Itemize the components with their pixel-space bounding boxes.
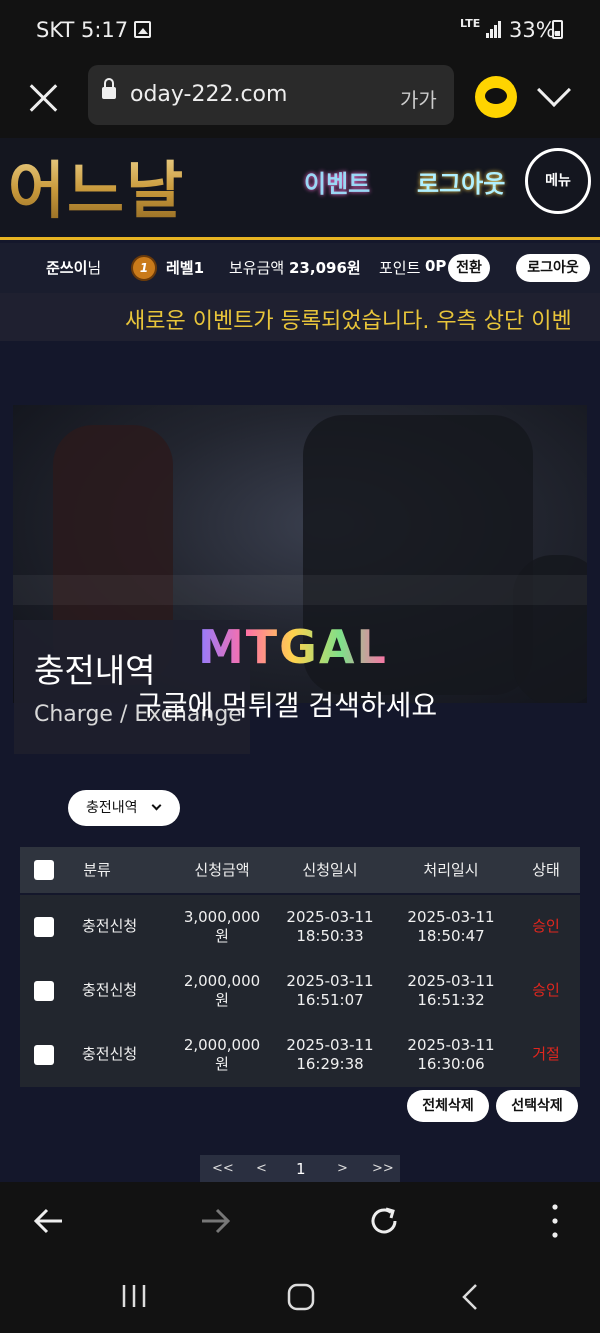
chevron-down-icon [151,800,162,811]
row-amount: 3,000,000 원 [183,908,261,945]
row-type: 충전신청 [82,981,138,999]
url-text: oday-222.com [130,82,288,107]
network-type: LTE [460,17,481,30]
history-type-select[interactable]: 충전내역 [68,790,180,826]
page-prev[interactable]: < [256,1161,267,1176]
page-first[interactable]: << [212,1161,234,1176]
back-arrow-icon[interactable] [32,1204,66,1238]
table-row[interactable]: 충전신청 2,000,000 원 2025-03-11 16:51:07 2025-… [20,959,580,1023]
watermark-text: 구글에 먹튀갤 검색하세요 [136,689,438,722]
points-value: 0P [425,257,447,275]
watermark-logo: MTGAL [198,620,388,674]
address-bar[interactable]: oday-222.com 가가 [88,65,454,125]
nav-logout-link[interactable]: 로그아웃 [417,164,505,199]
carrier-time: SKT 5:17 [36,18,129,42]
forward-arrow-icon[interactable] [198,1204,232,1238]
home-icon[interactable] [286,1282,316,1312]
convert-button[interactable]: 전환 [448,254,490,282]
row-process-datetime: 2025-03-11 16:51:32 [407,972,495,1009]
select-all-checkbox[interactable] [34,860,54,880]
close-icon[interactable] [28,82,60,114]
lock-icon [102,78,116,99]
gallery-icon [134,21,151,38]
balance-label: 보유금액 [229,259,285,277]
level-badge-icon: 1 [131,255,157,281]
notice-marquee: 새로운 이벤트가 등록되었습니다. 우측 상단 이벤 [0,293,600,341]
row-amount: 2,000,000 원 [183,1036,261,1073]
table-row[interactable]: 충전신청 3,000,000 원 2025-03-11 18:50:33 2025-… [20,895,580,959]
refresh-icon[interactable] [366,1203,402,1239]
row-status: 승인 [532,981,560,999]
row-process-datetime: 2025-03-11 16:30:06 [407,1036,495,1073]
row-type: 충전신청 [82,1045,138,1063]
recent-apps-icon[interactable] [120,1282,148,1310]
chevron-down-icon[interactable] [537,73,571,107]
site-header: 어느날 이벤트 로그아웃 메뉴 [0,138,600,240]
notice-text: 새로운 이벤트가 등록되었습니다. 우측 상단 이벤 [125,309,572,334]
row-request-datetime: 2025-03-11 16:29:38 [286,1036,374,1073]
delete-all-button[interactable]: 전체삭제 [407,1090,489,1122]
user-info-bar: 준쓰이님 1 레벨1 보유금액 23,096원 포인트 0P 전환 로그아웃 [0,243,600,293]
user-level: 레벨1 [166,259,205,277]
page-current[interactable]: 1 [296,1160,306,1178]
header-type: 분류 [83,861,111,879]
points-label: 포인트 [379,259,421,277]
more-icon[interactable] [546,1202,564,1240]
header-request-date: 신청일시 [302,861,358,879]
header-process-date: 처리일시 [423,861,479,879]
pagination: << < 1 > >> [200,1155,400,1183]
row-type: 충전신청 [82,917,138,935]
menu-button[interactable]: 메뉴 [525,148,591,214]
site-logo[interactable]: 어느날 [8,140,185,230]
balance-value: 23,096원 [289,259,361,277]
row-checkbox[interactable] [34,917,54,937]
row-process-datetime: 2025-03-11 18:50:47 [407,908,495,945]
row-checkbox[interactable] [34,1045,54,1065]
row-checkbox[interactable] [34,981,54,1001]
select-value: 충전내역 [86,800,138,816]
page-last[interactable]: >> [372,1161,394,1176]
header-amount: 신청금액 [194,861,250,879]
row-status: 승인 [532,917,560,935]
pitch-line [13,575,587,605]
page-next[interactable]: > [337,1161,348,1176]
kakao-icon[interactable] [475,76,517,118]
row-request-datetime: 2025-03-11 16:51:07 [286,972,374,1009]
row-request-datetime: 2025-03-11 18:50:33 [286,908,374,945]
back-nav-icon[interactable] [458,1282,482,1312]
row-amount: 2,000,000 원 [183,972,261,1009]
system-navigation-bar [0,1258,600,1333]
signal-icon [486,20,502,38]
text-size-button[interactable]: 가가 [400,84,437,113]
logout-button[interactable]: 로그아웃 [516,254,590,282]
battery-icon [552,20,563,39]
nav-event-link[interactable]: 이벤트 [304,164,370,199]
user-name: 준쓰이님 [46,259,102,277]
header-status: 상태 [532,861,560,879]
table-row[interactable]: 충전신청 2,000,000 원 2025-03-11 16:29:38 2025-… [20,1023,580,1087]
battery-percent: 33% [509,18,556,42]
browser-bottom-bar [0,1182,600,1258]
status-bar: SKT 5:17 LTE 33% [0,0,600,60]
table-header: 분류 신청금액 신청일시 처리일시 상태 [20,847,580,893]
row-status: 거절 [532,1045,560,1063]
delete-selected-button[interactable]: 선택삭제 [496,1090,578,1122]
browser-toolbar: oday-222.com 가가 [0,60,600,138]
